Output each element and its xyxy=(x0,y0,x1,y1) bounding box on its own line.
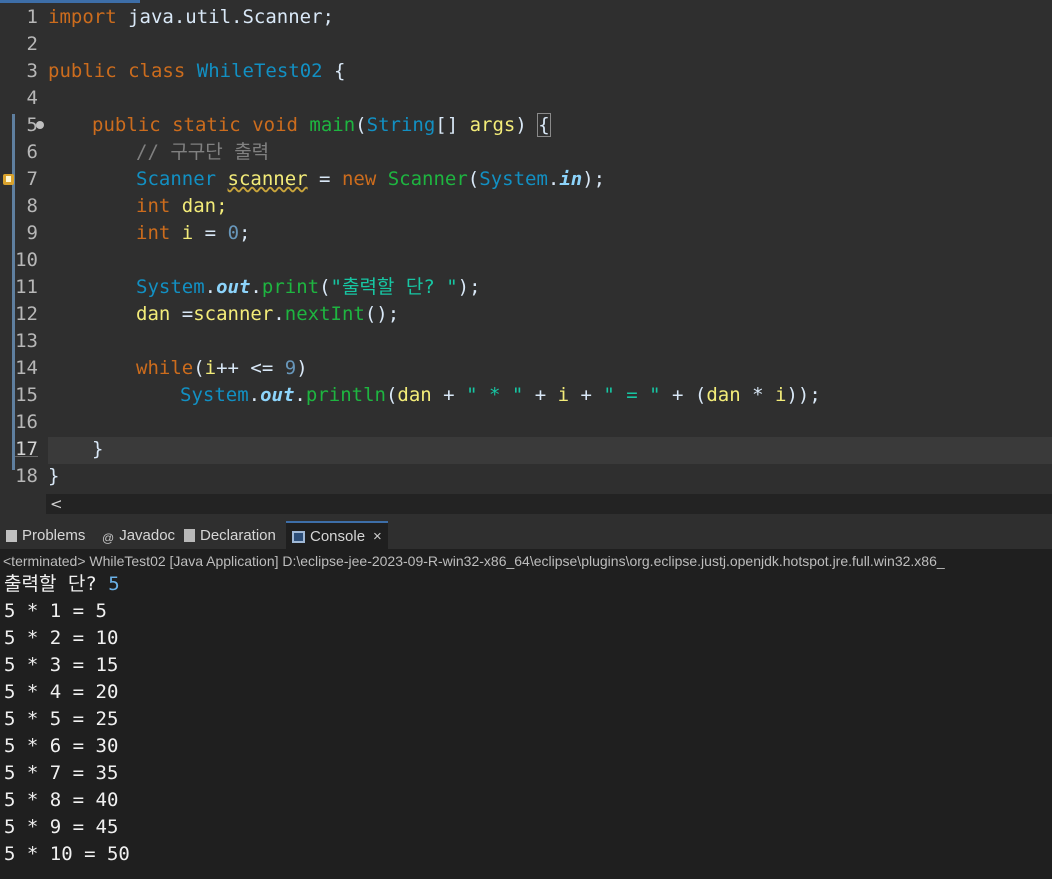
tab-console-label: Console xyxy=(310,528,366,545)
console-output-line: 5 * 6 = 30 xyxy=(4,735,119,757)
line-number: 2 xyxy=(26,33,38,55)
line-number: 12 xyxy=(15,303,38,325)
code-line-5: public static void main(String[] args) { xyxy=(92,113,551,137)
code-text-area[interactable]: import java.util.Scanner; public class W… xyxy=(48,4,1052,494)
console-output-line: 5 * 9 = 45 xyxy=(4,816,119,838)
code-line-15: System.out.println(dan + " * " + i + " =… xyxy=(180,384,821,406)
line-number: 1 xyxy=(26,6,38,28)
line-number: 13 xyxy=(15,330,38,352)
line-number: 8 xyxy=(26,195,38,217)
line-number: 11 xyxy=(15,276,38,298)
close-icon[interactable]: × xyxy=(373,528,382,545)
bottom-views-panel: Problems @ Javadoc Declaration Console × <… xyxy=(0,517,1052,879)
tab-console[interactable]: Console × xyxy=(286,521,388,549)
fold-toggle-icon[interactable] xyxy=(36,121,44,129)
code-line-7: Scanner scanner = new Scanner(System.in)… xyxy=(136,168,606,190)
console-output-line: 5 * 4 = 20 xyxy=(4,681,119,703)
code-line-1: import java.util.Scanner; xyxy=(48,6,334,28)
line-number: 10 xyxy=(15,249,38,271)
console-output-line: 5 * 8 = 40 xyxy=(4,789,119,811)
console-input: 5 xyxy=(108,573,120,595)
code-line-9: int i = 0; xyxy=(136,222,251,244)
warning-icon[interactable] xyxy=(3,174,14,185)
code-line-18: } xyxy=(48,465,60,487)
problems-icon xyxy=(6,530,17,542)
tab-problems-label: Problems xyxy=(22,527,86,544)
console-prompt: 출력할 단? xyxy=(4,573,109,595)
scroll-left-arrow-icon[interactable]: < xyxy=(50,494,63,514)
code-line-12: dan =scanner.nextInt(); xyxy=(136,303,400,325)
line-number-gutter: 1 2 3 4 5 6 7 8 9 10 11 12 13 14 15 16 1… xyxy=(0,4,46,494)
code-line-17: } xyxy=(92,438,104,460)
console-output-line: 5 * 3 = 15 xyxy=(4,654,119,676)
line-number: 9 xyxy=(26,222,38,244)
line-number: 6 xyxy=(26,141,38,163)
console-output-line: 5 * 5 = 25 xyxy=(4,708,119,730)
code-line-11: System.out.print("출력할 단? "); xyxy=(136,276,481,298)
line-number: 5 xyxy=(26,114,38,136)
tab-declaration[interactable]: Declaration xyxy=(184,521,276,549)
line-number: 14 xyxy=(15,357,38,379)
code-line-3: public class WhileTest02 { xyxy=(48,60,346,82)
console-output-line: 5 * 7 = 35 xyxy=(4,762,119,784)
line-number: 15 xyxy=(15,384,38,406)
code-line-6: // 구구단 출력 xyxy=(136,141,270,163)
javadoc-icon: @ xyxy=(102,531,115,545)
code-editor[interactable]: 1 2 3 4 5 6 7 8 9 10 11 12 13 14 15 16 1… xyxy=(0,0,1052,517)
line-number: 4 xyxy=(26,87,38,109)
code-line-8: int dan; xyxy=(136,195,228,217)
console-output-line: 5 * 2 = 10 xyxy=(4,627,119,649)
view-tab-bar: Problems @ Javadoc Declaration Console × xyxy=(0,517,1052,549)
tab-problems[interactable]: Problems xyxy=(6,521,85,549)
code-line-14: while(i++ <= 9) xyxy=(136,357,308,379)
line-number: 18 xyxy=(15,465,38,487)
line-number: 16 xyxy=(15,411,38,433)
line-number-current: 17 xyxy=(15,438,38,460)
line-number: 3 xyxy=(26,60,38,82)
console-prompt-line: 출력할 단? 5 xyxy=(4,571,120,598)
tab-javadoc-label: Javadoc xyxy=(119,527,176,544)
editor-tab-indicator xyxy=(0,0,140,3)
tab-javadoc[interactable]: @ Javadoc xyxy=(102,521,175,549)
console-output-line: 5 * 1 = 5 xyxy=(4,600,107,622)
tab-declaration-label: Declaration xyxy=(200,527,276,544)
declaration-icon xyxy=(184,529,195,542)
console-output-line: 5 * 10 = 50 xyxy=(4,843,130,865)
console-icon xyxy=(292,531,305,543)
console-status: <terminated> WhileTest02 [Java Applicati… xyxy=(3,553,945,569)
horizontal-scrollbar[interactable] xyxy=(46,494,1052,514)
